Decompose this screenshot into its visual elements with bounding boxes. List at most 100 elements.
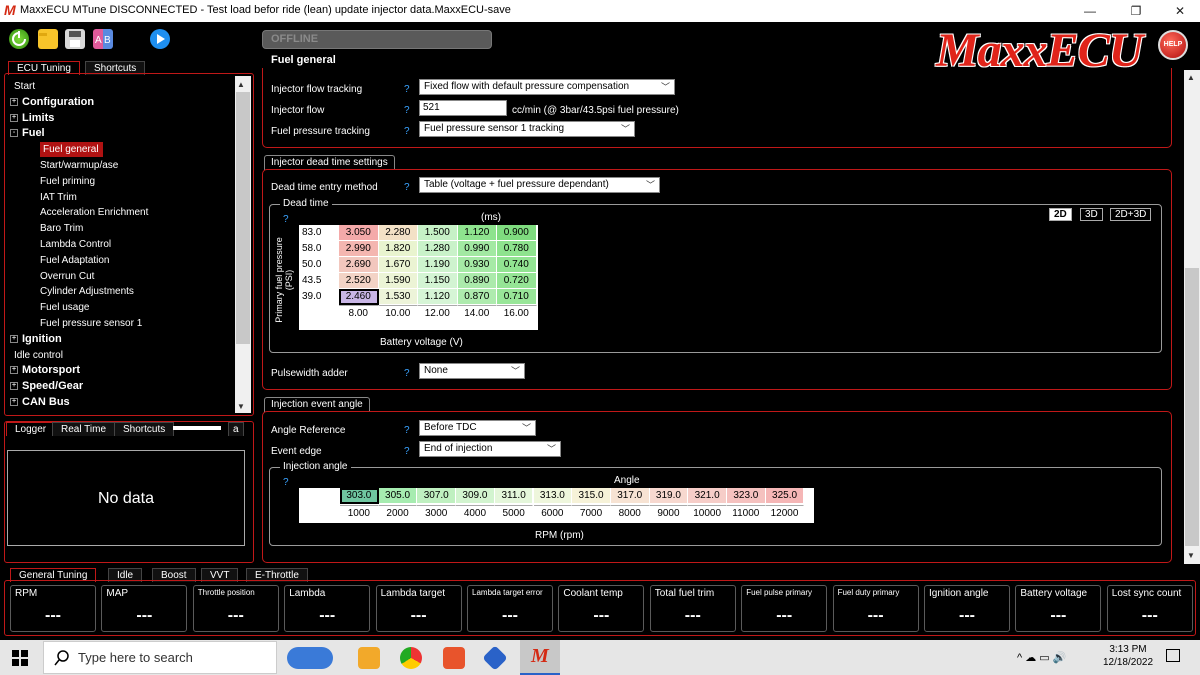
- file-explorer-icon[interactable]: [358, 647, 380, 669]
- main-scroll-down-icon[interactable]: ▼: [1187, 551, 1195, 560]
- help-icon[interactable]: ?: [404, 84, 410, 95]
- taskbar-search-input[interactable]: Type here to search: [43, 641, 277, 674]
- event-edge-select[interactable]: End of injection ﹀: [419, 441, 561, 457]
- table-cell[interactable]: 3.050: [339, 225, 379, 241]
- gauge[interactable]: Lambda ---: [284, 585, 371, 632]
- tree-item[interactable]: Fuel usage: [40, 300, 89, 315]
- help-icon[interactable]: ?: [404, 126, 410, 137]
- table-cell[interactable]: 0.890: [457, 273, 497, 289]
- tree-scroll-down-icon[interactable]: ▼: [237, 402, 245, 411]
- fuel-pressure-tracking-select[interactable]: Fuel pressure sensor 1 tracking ﹀: [419, 121, 635, 137]
- table-cell[interactable]: 313.0: [533, 488, 573, 504]
- table-cell[interactable]: 315.0: [572, 488, 611, 504]
- pulsewidth-adder-select[interactable]: None ﹀: [419, 363, 525, 379]
- help-icon[interactable]: ?: [404, 105, 410, 116]
- table-cell[interactable]: 2.990: [339, 241, 379, 257]
- injector-flow-tracking-select[interactable]: Fixed flow with default pressure compens…: [419, 79, 675, 95]
- tree-item[interactable]: Start/warmup/ase: [40, 158, 118, 173]
- table-cell[interactable]: 1.590: [378, 273, 418, 289]
- tree-item[interactable]: + Configuration: [10, 95, 94, 110]
- gauge[interactable]: Fuel pulse primary ---: [741, 585, 828, 632]
- help-icon[interactable]: ?: [404, 368, 410, 379]
- view-2d3d-button[interactable]: 2D+3D: [1110, 208, 1152, 221]
- table-cell[interactable]: 325.0: [765, 488, 805, 504]
- table-cell[interactable]: 0.740: [497, 257, 537, 273]
- chrome-icon[interactable]: [400, 647, 422, 669]
- table-cell[interactable]: 1.280: [418, 241, 458, 257]
- gauge[interactable]: Battery voltage ---: [1015, 585, 1102, 632]
- open-folder-icon[interactable]: [38, 29, 58, 49]
- expand-icon[interactable]: +: [10, 398, 18, 407]
- injector-flow-input[interactable]: 521: [419, 100, 507, 116]
- help-icon[interactable]: ?: [404, 425, 410, 436]
- help-icon[interactable]: ?: [404, 446, 410, 457]
- dead-time-method-select[interactable]: Table (voltage + fuel pressure dependant…: [419, 177, 660, 193]
- gauge[interactable]: RPM ---: [10, 585, 96, 632]
- app-icon[interactable]: [443, 647, 465, 669]
- angle-reference-select[interactable]: Before TDC ﹀: [419, 420, 536, 436]
- table-cell[interactable]: 1.120: [457, 225, 497, 241]
- tree-scroll-up-icon[interactable]: ▲: [237, 80, 245, 89]
- expand-icon[interactable]: +: [10, 366, 18, 375]
- tree-item[interactable]: Overrun Cut: [40, 269, 94, 284]
- maxxecu-taskbar-icon[interactable]: M: [520, 640, 560, 675]
- table-cell[interactable]: 317.0: [610, 488, 650, 504]
- system-tray-icons[interactable]: ^ ☁ ▭ 🔊: [1017, 651, 1066, 664]
- table-cell[interactable]: 305.0: [378, 488, 418, 504]
- table-cell[interactable]: 0.900: [497, 225, 537, 241]
- tree-item[interactable]: Acceleration Enrichment: [40, 205, 148, 220]
- help-icon[interactable]: ?: [283, 477, 289, 488]
- table-cell[interactable]: 1.150: [418, 273, 458, 289]
- play-icon[interactable]: [150, 29, 170, 49]
- expand-icon[interactable]: +: [10, 382, 18, 391]
- table-cell[interactable]: 0.710: [497, 289, 537, 305]
- table-cell[interactable]: 319.0: [649, 488, 689, 504]
- clock[interactable]: 3:13 PM 12/18/2022: [1100, 643, 1156, 669]
- tree-item[interactable]: + Ignition: [10, 332, 62, 347]
- table-cell[interactable]: 0.990: [457, 241, 497, 257]
- injection-angle-table[interactable]: 303.0 305.0 307.0 309.0 311.0 313.0 315.0 317.0…: [299, 488, 814, 523]
- table-cell[interactable]: 0.720: [497, 273, 537, 289]
- close-button[interactable]: ✕: [1158, 0, 1200, 22]
- table-cell[interactable]: 303.0: [340, 488, 379, 504]
- weather-widget-icon[interactable]: [287, 647, 333, 669]
- expand-icon[interactable]: +: [10, 113, 18, 122]
- dead-time-table[interactable]: 83.0 3.050 2.280 1.500 1.120 0.900 58.0 2.990 1.…: [299, 225, 538, 330]
- table-cell[interactable]: 0.870: [457, 289, 497, 305]
- expand-icon[interactable]: +: [10, 97, 18, 106]
- table-cell[interactable]: 2.460: [339, 289, 379, 305]
- table-cell[interactable]: 0.780: [497, 241, 537, 257]
- tree-item[interactable]: - Fuel: [10, 126, 45, 141]
- gauge[interactable]: MAP ---: [101, 585, 188, 632]
- gauge[interactable]: Ignition angle ---: [924, 585, 1010, 632]
- table-cell[interactable]: 1.530: [378, 289, 418, 305]
- tree-item[interactable]: Fuel general: [40, 142, 103, 158]
- table-cell[interactable]: 2.520: [339, 273, 379, 289]
- table-cell[interactable]: 1.500: [418, 225, 458, 241]
- tree-item[interactable]: + CAN Bus: [10, 395, 70, 410]
- table-cell[interactable]: 1.820: [378, 241, 418, 257]
- save-icon[interactable]: [65, 29, 85, 49]
- help-icon[interactable]: ?: [283, 214, 289, 225]
- gauge[interactable]: Lambda target error ---: [467, 585, 553, 632]
- view-2d-button[interactable]: 2D: [1049, 208, 1072, 221]
- table-cell[interactable]: 1.670: [378, 257, 418, 273]
- tree-item[interactable]: Fuel Adaptation: [40, 253, 110, 268]
- table-cell[interactable]: 1.120: [418, 289, 458, 305]
- table-cell[interactable]: 311.0: [494, 488, 534, 504]
- view-3d-button[interactable]: 3D: [1080, 208, 1103, 221]
- table-cell[interactable]: 309.0: [456, 488, 495, 504]
- main-scroll-up-icon[interactable]: ▲: [1187, 73, 1195, 82]
- table-cell[interactable]: 323.0: [727, 488, 766, 504]
- minimize-button[interactable]: —: [1068, 0, 1112, 22]
- tree-item[interactable]: Baro Trim: [40, 221, 83, 236]
- table-cell[interactable]: 0.930: [457, 257, 497, 273]
- gauge[interactable]: Total fuel trim ---: [649, 585, 736, 632]
- tree-item[interactable]: + Limits: [10, 111, 54, 126]
- gauge[interactable]: Coolant temp ---: [558, 585, 645, 632]
- help-icon[interactable]: ?: [404, 182, 410, 193]
- tree-item[interactable]: Cylinder Adjustments: [40, 284, 134, 299]
- tree-item[interactable]: Start: [14, 79, 35, 94]
- notifications-icon[interactable]: [1166, 649, 1180, 662]
- tree-item[interactable]: IAT Trim: [40, 190, 77, 205]
